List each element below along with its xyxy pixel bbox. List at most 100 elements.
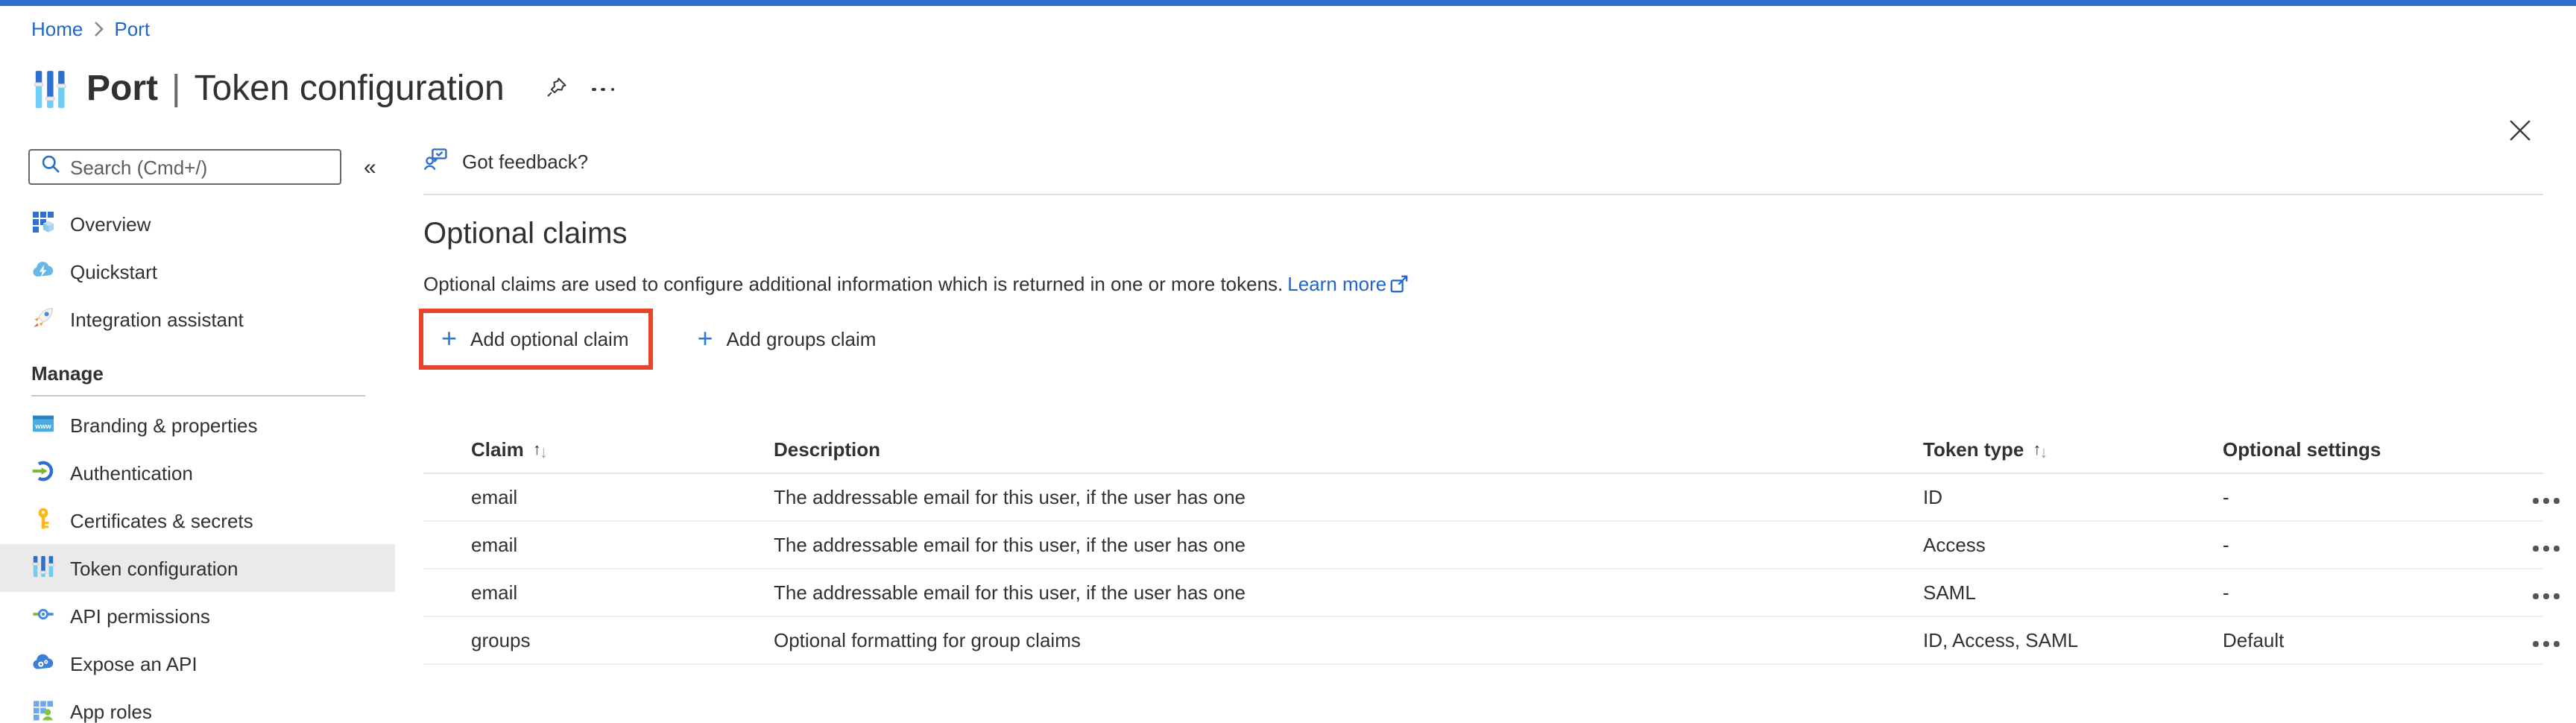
add-optional-claim-label: Add optional claim: [470, 328, 628, 350]
sidebar-item-label: Overview: [70, 212, 151, 235]
section-divider: [31, 395, 365, 397]
token-type-cell: ID, Access, SAML: [1923, 629, 2223, 651]
token-type-cell: Access: [1923, 534, 2223, 556]
search-box[interactable]: [28, 149, 341, 185]
row-menu-button[interactable]: [2530, 492, 2562, 509]
pin-button[interactable]: [543, 73, 572, 106]
command-bar-divider: [423, 194, 2543, 195]
optional-settings-cell: Default: [2223, 629, 2530, 651]
table-row[interactable]: groups Optional formatting for group cla…: [423, 617, 2543, 665]
section-title: Optional claims: [423, 218, 2543, 252]
sidebar-nav: Overview Quickstart Integration assistan…: [0, 200, 395, 723]
search-input[interactable]: [70, 156, 329, 178]
pin-icon: [546, 76, 569, 103]
table-row[interactable]: email The addressable email for this use…: [423, 522, 2543, 569]
add-groups-claim-button[interactable]: + Add groups claim: [698, 326, 877, 353]
token-type-cell: ID: [1923, 486, 2223, 508]
sidebar-item-certificates-secrets[interactable]: Certificates & secrets: [0, 496, 395, 544]
more-commands-button[interactable]: [590, 84, 618, 94]
external-link-icon: [1386, 273, 1409, 295]
sidebar-item-overview[interactable]: Overview: [0, 200, 395, 247]
column-label: Description: [774, 438, 880, 461]
app-roles-icon: [31, 697, 55, 723]
ellipsis-icon: [2533, 498, 2559, 503]
row-menu-button[interactable]: [2530, 635, 2562, 652]
column-header-token-type[interactable]: Token type ↑↓: [1923, 438, 2223, 461]
sidebar-item-label: Integration assistant: [70, 308, 244, 330]
page-title-text: Token configuration: [194, 69, 504, 110]
sidebar-item-token-configuration[interactable]: Token configuration: [0, 544, 395, 592]
description-cell: Optional formatting for group claims: [774, 629, 1923, 651]
sidebar-item-quickstart[interactable]: Quickstart: [0, 247, 395, 295]
sidebar-item-branding-properties[interactable]: www Branding & properties: [0, 401, 395, 449]
optional-settings-cell: -: [2223, 486, 2530, 508]
description-cell: The addressable email for this user, if …: [774, 534, 1923, 556]
key-icon: [31, 506, 55, 534]
column-label: Claim: [471, 438, 524, 461]
plus-icon: +: [698, 324, 713, 351]
sidebar-item-authentication[interactable]: Authentication: [0, 449, 395, 496]
add-optional-claim-button[interactable]: + Add optional claim: [441, 326, 629, 353]
azure-top-bar: [0, 0, 2576, 6]
title-separator: |: [171, 69, 180, 110]
overview-icon: [31, 209, 55, 238]
learn-more-link[interactable]: Learn more: [1287, 273, 1386, 295]
add-groups-claim-label: Add groups claim: [727, 328, 877, 350]
table-row[interactable]: email The addressable email for this use…: [423, 569, 2543, 617]
sidebar-item-label: Branding & properties: [70, 414, 258, 436]
sidebar-item-integration-assistant[interactable]: Integration assistant: [0, 295, 395, 343]
collapse-sidebar-button[interactable]: «: [364, 156, 376, 178]
close-button[interactable]: [2506, 116, 2534, 149]
column-label: Optional settings: [2223, 438, 2381, 461]
sort-icon: ↑↓: [533, 441, 548, 458]
api-permissions-icon: [31, 602, 55, 630]
sort-icon: ↑↓: [2033, 441, 2048, 458]
got-feedback-label: Got feedback?: [462, 150, 588, 172]
ellipsis-icon: [593, 87, 615, 91]
sidebar-item-expose-an-api[interactable]: Expose an API: [0, 640, 395, 687]
ellipsis-icon: [2533, 641, 2559, 646]
content-area: « Overview Quickstart: [0, 128, 2576, 723]
row-menu-button[interactable]: [2530, 587, 2562, 604]
sidebar-item-label: Expose an API: [70, 652, 198, 675]
breadcrumb-home-link[interactable]: Home: [31, 17, 83, 40]
sidebar-item-api-permissions[interactable]: API permissions: [0, 592, 395, 640]
claim-cell: email: [471, 534, 774, 556]
page-title: Port | Token configuration: [86, 69, 505, 110]
azure-portal-page: Home Port Port | Token configuration: [0, 0, 2576, 723]
breadcrumb-current-link[interactable]: Port: [114, 17, 150, 40]
ellipsis-icon: [2533, 546, 2559, 551]
browser-window-icon: www: [31, 411, 55, 439]
row-menu-button[interactable]: [2530, 540, 2562, 557]
claim-actions: + Add optional claim + Add groups claim: [423, 309, 2543, 370]
claim-cell: email: [471, 486, 774, 508]
sidebar: « Overview Quickstart: [0, 128, 395, 723]
token-type-cell: SAML: [1923, 581, 2223, 604]
claim-cell: email: [471, 581, 774, 604]
plus-icon: +: [441, 324, 457, 351]
sign-in-icon: [31, 458, 55, 487]
claims-table: Claim ↑↓ Description Token type ↑↓ Optio…: [423, 426, 2543, 665]
table-row[interactable]: email The addressable email for this use…: [423, 474, 2543, 522]
column-header-description[interactable]: Description: [774, 438, 1923, 461]
table-header-row: Claim ↑↓ Description Token type ↑↓ Optio…: [423, 426, 2543, 474]
column-header-optional-settings: Optional settings: [2223, 438, 2530, 461]
sidebar-item-label: Authentication: [70, 461, 193, 484]
ellipsis-icon: [2533, 593, 2559, 599]
command-bar: Got feedback?: [423, 128, 2543, 194]
description-cell: The addressable email for this user, if …: [774, 486, 1923, 508]
rocket-icon: [31, 305, 55, 333]
svg-text:www: www: [34, 422, 51, 429]
token-configuration-icon: [31, 554, 55, 582]
sidebar-item-label: Quickstart: [70, 260, 157, 282]
sidebar-item-label: Certificates & secrets: [70, 509, 253, 531]
got-feedback-button[interactable]: Got feedback?: [423, 147, 588, 175]
section-description: Optional claims are used to configure ad…: [423, 271, 2543, 297]
sidebar-search-row: «: [0, 149, 395, 185]
breadcrumb: Home Port: [0, 6, 2576, 51]
column-header-claim[interactable]: Claim ↑↓: [471, 438, 774, 461]
sidebar-item-label: App roles: [70, 700, 152, 722]
sidebar-item-app-roles[interactable]: App roles: [0, 687, 395, 723]
optional-settings-cell: -: [2223, 534, 2530, 556]
close-icon: [2509, 119, 2531, 146]
